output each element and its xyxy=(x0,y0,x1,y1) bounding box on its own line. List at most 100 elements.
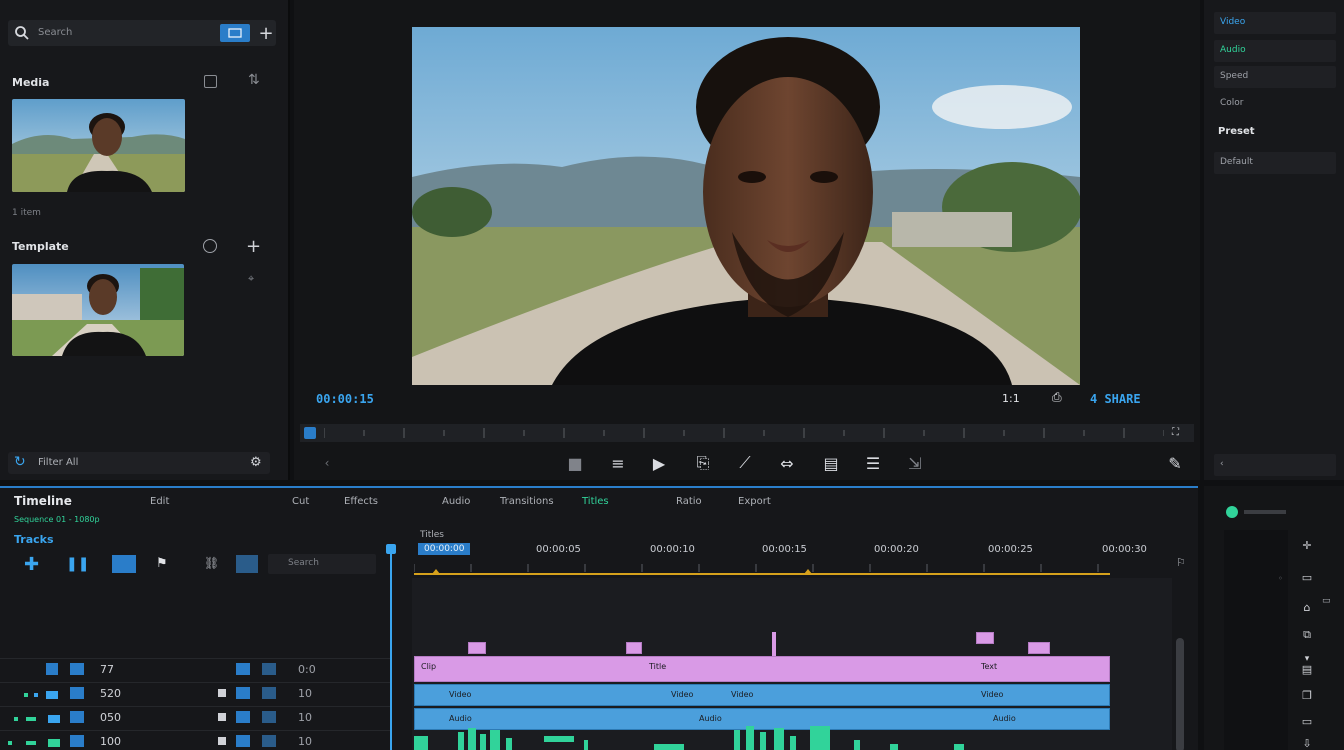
media-search-bar[interactable]: Search + xyxy=(8,20,276,46)
home-icon[interactable]: ⌂ xyxy=(1296,598,1318,616)
track-visibility-icon[interactable] xyxy=(70,735,84,747)
edit-icon[interactable]: ✎ xyxy=(1164,452,1186,474)
caption-tool-icon[interactable]: ▭ xyxy=(1296,712,1318,730)
inspector-tab-audio[interactable]: Audio xyxy=(1214,40,1336,62)
preview-scrubber[interactable]: ⛶ xyxy=(300,424,1194,442)
track-audio-icon[interactable] xyxy=(236,663,250,675)
bookmark-icon[interactable]: ❐ xyxy=(1296,686,1318,704)
inspector-tab-speed[interactable]: Speed xyxy=(1214,66,1336,88)
tab-titles[interactable]: Titles xyxy=(582,496,609,507)
title-marker[interactable] xyxy=(976,632,994,644)
mark-in-icon[interactable]: ⎘ xyxy=(692,452,714,474)
track-audio-icon[interactable] xyxy=(236,687,250,699)
stop-icon[interactable]: ■ xyxy=(564,452,586,474)
pin-icon[interactable]: ⌖ xyxy=(248,272,254,286)
track-toggles[interactable] xyxy=(8,737,60,747)
media-thumbnail[interactable] xyxy=(12,99,185,192)
inspector-tab-color[interactable]: Color xyxy=(1214,93,1336,115)
video-clip-track-1[interactable]: Video Video Video Video xyxy=(414,684,1110,706)
fullscreen-icon[interactable]: ⛶ xyxy=(1172,427,1179,438)
add-template-button[interactable]: + xyxy=(246,236,261,257)
search-input[interactable]: Search xyxy=(38,27,72,38)
back-icon[interactable]: ‹ xyxy=(316,452,338,474)
refresh-icon[interactable]: ↻ xyxy=(14,454,26,470)
timeline-scrollbar[interactable] xyxy=(1176,638,1184,750)
settings-icon[interactable]: ⚙ xyxy=(250,455,262,470)
snap-toggle[interactable] xyxy=(236,555,258,573)
tab-effects[interactable]: Effects xyxy=(344,496,378,507)
track-audio-icon[interactable] xyxy=(236,735,250,747)
media-filter-bar[interactable]: ↻ Filter All ⚙ xyxy=(8,452,270,474)
track-mute-icon[interactable] xyxy=(262,687,276,699)
ruler-settings-icon[interactable]: ⚐ xyxy=(1176,556,1186,569)
info-icon[interactable] xyxy=(203,239,217,253)
track-header-v1[interactable]: 050 10 xyxy=(0,706,392,728)
link-icon[interactable]: ⛓ xyxy=(204,556,219,570)
snapshot-icon[interactable]: ⎙ xyxy=(1052,390,1062,405)
ripple-tool-icon[interactable] xyxy=(112,555,136,573)
copy-icon[interactable]: ⧉ xyxy=(1296,626,1318,644)
title-marker[interactable] xyxy=(1028,642,1050,654)
split-icon[interactable]: ⇔ xyxy=(776,452,798,474)
title-clip-track[interactable]: Clip Title Text xyxy=(414,656,1110,682)
loop-toggle[interactable] xyxy=(304,427,316,439)
playhead-line[interactable] xyxy=(390,554,392,750)
tab-transitions[interactable]: Transitions xyxy=(500,496,554,507)
track-solo-icon[interactable] xyxy=(218,737,226,745)
sort-icon[interactable]: ⇅ xyxy=(248,72,260,88)
menu-icon[interactable]: ≡ xyxy=(607,452,629,474)
razor-tool-icon[interactable]: ❚❚ xyxy=(66,556,89,572)
track-toggles[interactable] xyxy=(24,689,60,699)
tab-cut[interactable]: Cut xyxy=(292,496,309,507)
template-thumbnail[interactable] xyxy=(12,264,184,356)
quality-label[interactable]: 1:1 xyxy=(1002,392,1020,405)
preset-dropdown[interactable]: Default xyxy=(1214,152,1336,174)
expand-icon[interactable]: ▭ xyxy=(1322,596,1331,606)
track-solo-icon[interactable] xyxy=(218,689,226,697)
pointer-tool-icon[interactable]: ✛ xyxy=(1296,536,1318,554)
video-preview[interactable] xyxy=(412,27,1080,385)
track-visibility-icon[interactable] xyxy=(70,711,84,723)
track-visibility-icon[interactable] xyxy=(70,663,84,675)
track-header-a1[interactable]: 100 10 xyxy=(0,730,392,750)
track-solo-icon[interactable] xyxy=(218,713,226,721)
keyframe-marker[interactable] xyxy=(772,632,776,656)
import-button[interactable] xyxy=(220,24,250,42)
track-audio-icon[interactable] xyxy=(236,711,250,723)
prev-icon[interactable]: ‹ xyxy=(1220,459,1224,469)
title-marker[interactable] xyxy=(626,642,642,654)
title-marker[interactable] xyxy=(468,642,486,654)
track-mute-icon[interactable] xyxy=(262,663,276,675)
track-header-v3[interactable]: 77 0:0 xyxy=(0,658,392,680)
inspector-pager[interactable]: ‹ xyxy=(1214,454,1336,476)
tab-audio[interactable]: Audio xyxy=(442,496,470,507)
list-icon[interactable]: ▤ xyxy=(1296,660,1318,678)
inspector-tab-video[interactable]: Video xyxy=(1214,12,1336,34)
export-tool-icon[interactable]: ⇩ xyxy=(1296,734,1318,750)
add-media-button[interactable]: + xyxy=(256,23,276,44)
track-search[interactable]: Search xyxy=(268,554,376,574)
play-button[interactable]: ▶ xyxy=(648,452,670,474)
track-select-icon[interactable]: ▭ xyxy=(1296,568,1318,586)
tab-export[interactable]: Export xyxy=(738,496,771,507)
trim-icon[interactable]: ⟋ xyxy=(734,452,756,474)
track-mute-icon[interactable] xyxy=(262,735,276,747)
track-toggles[interactable] xyxy=(14,713,60,723)
record-indicator[interactable] xyxy=(1226,506,1238,518)
playhead-handle[interactable] xyxy=(386,544,396,554)
track-search-input[interactable]: Search xyxy=(288,558,319,568)
tab-ratio[interactable]: Ratio xyxy=(676,496,702,507)
tab-edit[interactable]: Edit xyxy=(150,496,169,507)
track-header-v2[interactable]: 520 10 xyxy=(0,682,392,704)
folder-icon[interactable]: ▤ xyxy=(820,452,842,474)
audio-waveform[interactable] xyxy=(414,726,1114,750)
caption-icon[interactable]: ☰ xyxy=(862,452,884,474)
track-lock-icon[interactable] xyxy=(46,663,58,675)
flag-icon[interactable]: ⚑ xyxy=(156,556,168,571)
select-checkbox[interactable] xyxy=(204,75,217,88)
select-tool-icon[interactable]: ✚ xyxy=(24,554,39,575)
ruler-ticks[interactable] xyxy=(414,562,1114,576)
track-visibility-icon[interactable] xyxy=(70,687,84,699)
export-frame-icon[interactable]: ⇲ xyxy=(904,452,926,474)
track-mute-icon[interactable] xyxy=(262,711,276,723)
